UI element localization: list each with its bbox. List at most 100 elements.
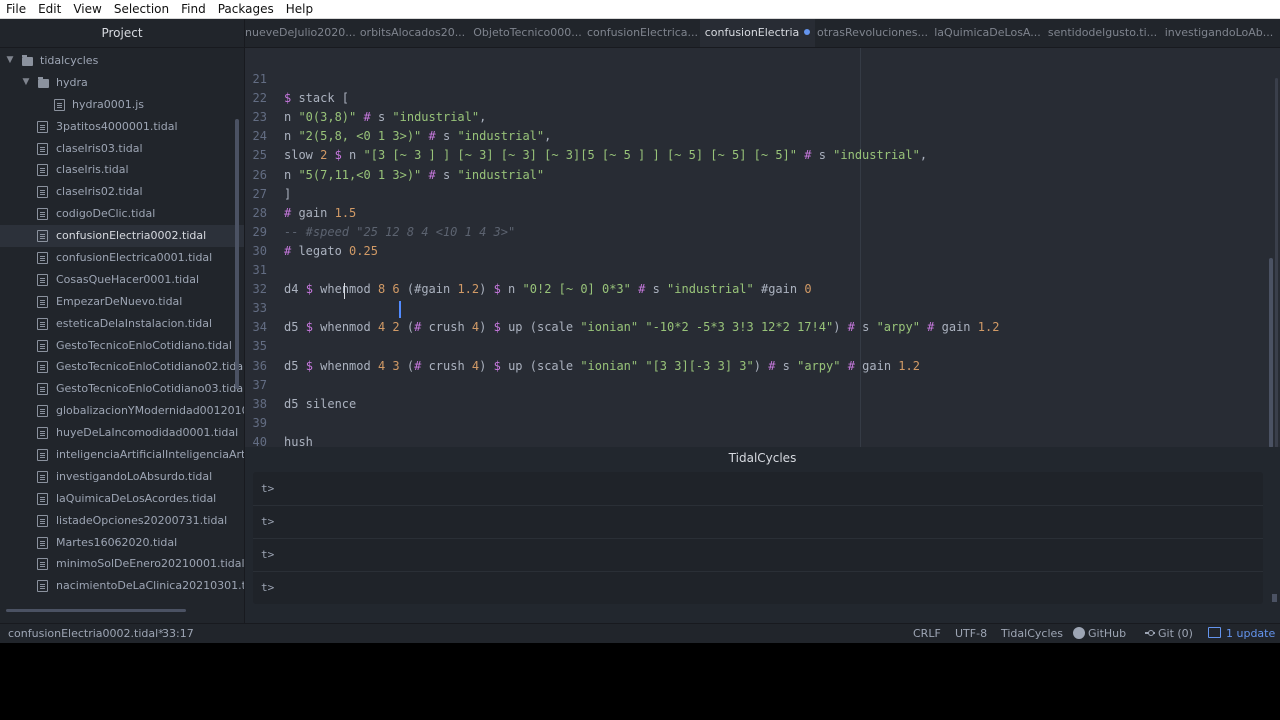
repl-scrollbar[interactable]	[1272, 594, 1277, 602]
tree-file-label: GestoTecnicoEnloCotidiano03.tidal	[56, 382, 245, 396]
tree-file-item[interactable]: esteticaDelaInstalacion.tidal	[0, 313, 244, 335]
tab-label: orbitsAlocados20...	[359, 26, 466, 39]
tree-file-item[interactable]: claseIris03.tidal	[0, 138, 244, 160]
editor-tab[interactable]: orbitsAlocados20...	[355, 19, 470, 47]
sidebar-scrollbar[interactable]	[235, 119, 239, 389]
editor-tab[interactable]: otrasRevoluciones...	[815, 19, 930, 47]
tree-file-item[interactable]: CosasQueHacer0001.tidal	[0, 269, 244, 291]
tree-file-label: EmpezarDeNuevo.tidal	[56, 294, 183, 308]
mouse-ibeam-cursor	[344, 283, 345, 299]
project-tree: ▼ tidalcycles ▼ hydra hydra0001.js 3pati…	[0, 50, 244, 597]
tree-folder-hydra[interactable]: ▼ hydra	[0, 72, 244, 94]
update-button[interactable]: 1 update	[1208, 624, 1275, 643]
tree-file-label: claseIris.tidal	[56, 163, 129, 177]
tree-file-item[interactable]: globalizacionYModernidad0012010	[0, 400, 244, 422]
sidebar-horizontal-scrollbar[interactable]	[6, 609, 186, 612]
folder-icon	[22, 55, 33, 66]
tree-file-item[interactable]: confusionElectria0002.tidal	[0, 225, 244, 248]
file-icon	[37, 449, 48, 462]
status-encoding[interactable]: UTF-8	[955, 624, 987, 643]
git-commit-icon	[1145, 628, 1155, 638]
tree-file-item[interactable]: claseIris.tidal	[0, 159, 244, 181]
tree-file-item[interactable]: laQuimicaDeLosAcordes.tidal	[0, 488, 244, 510]
code-line: 40	[245, 414, 1265, 449]
tree-file-item[interactable]: GestoTecnicoEnloCotidiano02.tidal	[0, 356, 244, 378]
menu-packages[interactable]: Packages	[212, 0, 280, 18]
file-icon	[37, 252, 48, 265]
menu-bar: File Edit View Selection Find Packages H…	[0, 0, 1280, 19]
tree-file-label: listadeOpciones20200731.tidal	[56, 513, 228, 527]
code-line: 26 ]	[245, 147, 1265, 201]
tree-file-label: esteticaDelaInstalacion.tidal	[56, 316, 213, 330]
editor-tab[interactable]: sentidodelgusto.ti...	[1045, 19, 1160, 47]
tree-file-label: claseIris02.tidal	[56, 185, 143, 199]
tree-file-item[interactable]: listadeOpciones20200731.tidal	[0, 510, 244, 532]
code-line: 25 n "5(7,11,<0 1 3>)" # s "industrial"	[245, 127, 1265, 181]
file-icon	[37, 536, 48, 549]
tree-file-item[interactable]: minimoSolDeEnero20210001.tidal	[0, 553, 244, 575]
file-icon	[37, 208, 48, 221]
repl-prompt: t>	[261, 581, 275, 594]
code-editor[interactable]: 21 $ stack [ 22 n "0(3,8)" # s "industri…	[245, 48, 1280, 462]
tree-file-item[interactable]: GestoTecnicoEnloCotidiano.tidal	[0, 335, 244, 357]
status-cursor-position[interactable]: 33:17	[162, 624, 194, 643]
editor-window: Project ▼ tidalcycles ▼ hydra hydra0001.…	[0, 19, 1280, 643]
menu-view[interactable]: View	[67, 0, 107, 18]
menu-edit[interactable]: Edit	[32, 0, 67, 18]
tidal-repl-output[interactable]: t> t> t> t>	[253, 472, 1263, 604]
editor-minimap-track	[1275, 78, 1278, 448]
code-line: 32	[245, 261, 1265, 296]
tree-file-item[interactable]: codigoDeClic.tidal	[0, 203, 244, 225]
tree-folder-root[interactable]: ▼ tidalcycles	[0, 50, 244, 72]
file-icon	[37, 470, 48, 483]
status-file-path[interactable]: confusionElectria0002.tidal*	[8, 624, 164, 643]
menu-file[interactable]: File	[0, 0, 32, 18]
tree-file-item[interactable]: 3patitos4000001.tidal	[0, 116, 244, 138]
tree-file-label: inteligenciaArtificialInteligenciaArtes	[56, 448, 245, 462]
file-icon	[37, 142, 48, 155]
tree-file-item[interactable]: nacimientoDeLaClinica20210301.tid	[0, 575, 244, 597]
status-grammar[interactable]: TidalCycles	[1001, 624, 1063, 643]
tree-file-item[interactable]: GestoTecnicoEnloCotidiano03.tidal	[0, 378, 244, 400]
chevron-down-icon: ▼	[22, 76, 30, 87]
tab-label: confusionElectrica...	[586, 26, 699, 39]
tree-file-item[interactable]: inteligenciaArtificialInteligenciaArtes	[0, 444, 244, 466]
tree-file-label: hydra0001.js	[72, 97, 145, 111]
tree-file-label: GestoTecnicoEnloCotidiano.tidal	[56, 338, 232, 352]
menu-selection[interactable]: Selection	[108, 0, 175, 18]
file-icon	[37, 339, 48, 352]
editor-tab[interactable]: ObjetoTecnico000...	[470, 19, 585, 47]
tree-file-item[interactable]: claseIris02.tidal	[0, 181, 244, 203]
tree-file-item[interactable]: EmpezarDeNuevo.tidal	[0, 291, 244, 313]
repl-prompt: t>	[261, 482, 275, 495]
editor-tab[interactable]: nueveDeJulio2020...	[245, 19, 355, 47]
status-line-ending[interactable]: CRLF	[913, 624, 941, 643]
tree-file-label: nacimientoDeLaClinica20210301.tid	[56, 579, 245, 593]
editor-tab[interactable]: laQuimicaDeLosA...	[930, 19, 1045, 47]
menu-find[interactable]: Find	[175, 0, 212, 18]
github-button[interactable]: GitHub	[1073, 624, 1126, 643]
menu-help[interactable]: Help	[280, 0, 319, 18]
editor-tab[interactable]: confusionElectrica...	[585, 19, 700, 47]
tree-file-label: globalizacionYModernidad0012010	[56, 404, 245, 418]
repl-prompt: t>	[261, 548, 275, 561]
file-icon	[37, 164, 48, 177]
tree-file-hydra0001[interactable]: hydra0001.js	[0, 94, 244, 116]
github-icon	[1073, 627, 1085, 639]
code-line: 23 n "2(5,8, <0 1 3>)" # s "industrial",	[245, 89, 1265, 143]
github-label: GitHub	[1088, 627, 1127, 640]
tree-file-item[interactable]: investigandoLoAbsurdo.tidal	[0, 466, 244, 488]
file-icon	[37, 295, 48, 308]
status-bar: confusionElectria0002.tidal* 33:17 CRLF …	[0, 623, 1280, 643]
tree-file-item[interactable]: confusionElectrica0001.tidal	[0, 247, 244, 269]
tree-file-item[interactable]: Martes16062020.tidal	[0, 532, 244, 554]
editor-tab[interactable]: investigandoLoAb...	[1160, 19, 1278, 47]
code-line: 35 d5 $ whenmod 4 3 (# crush 4) $ up (sc…	[245, 318, 1265, 372]
editor-scrollbar[interactable]	[1269, 258, 1273, 448]
code-line: 33 d5 $ whenmod 4 2 (# crush 4) $ up (sc…	[245, 280, 1265, 334]
git-button[interactable]: Git (0)	[1145, 624, 1193, 643]
tree-folder-label: hydra	[56, 75, 88, 89]
editor-tab[interactable]: confusionElectria	[700, 19, 815, 47]
tree-file-item[interactable]: huyeDeLaIncomodidad0001.tidal	[0, 422, 244, 444]
tree-file-label: investigandoLoAbsurdo.tidal	[56, 469, 213, 483]
